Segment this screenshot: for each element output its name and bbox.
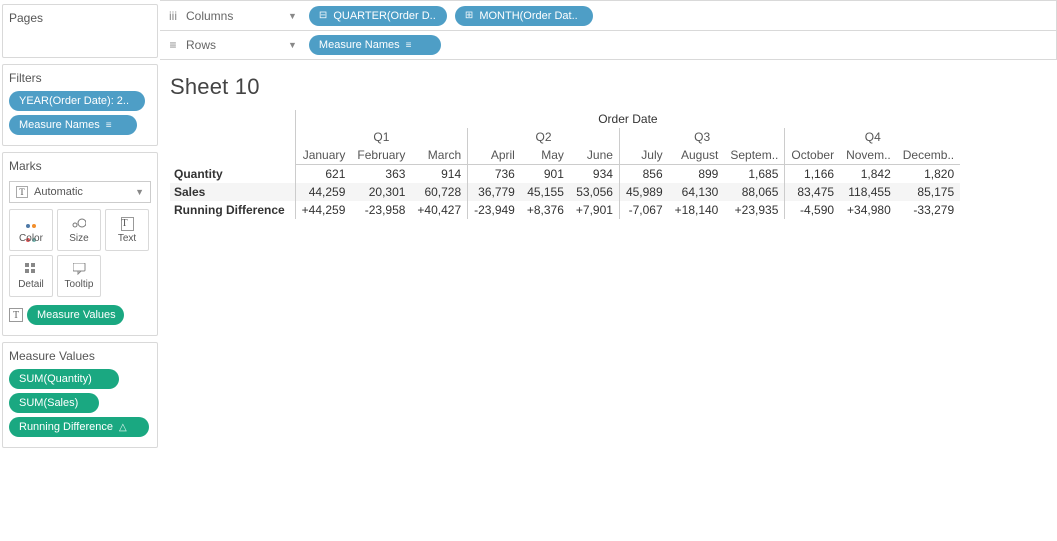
table-row: Running Difference +44,259 -23,958 +40,4… [170, 201, 960, 219]
sheet-viz: Sheet 10 Order Date Q1 Q2 Q3 Q4 January [160, 60, 1057, 219]
marks-measure-values-row: T Measure Values [9, 303, 151, 327]
chevron-down-icon[interactable]: ▼ [284, 11, 301, 21]
chevron-down-icon: ▼ [135, 187, 144, 197]
mark-color[interactable]: Color [9, 209, 53, 251]
marks-title: Marks [9, 159, 151, 177]
left-sidebar: Pages Filters YEAR(Order Date): 2.. Meas… [0, 0, 160, 541]
filter-pill-year[interactable]: YEAR(Order Date): 2.. [9, 91, 145, 111]
table-calc-icon: △ [119, 422, 127, 433]
mark-size[interactable]: Size [57, 209, 101, 251]
measure-values-pill[interactable]: Measure Values [27, 305, 124, 325]
marks-card: Marks T Automatic ▼ Color Size T [2, 152, 158, 336]
mv-pill-quantity[interactable]: SUM(Quantity) [9, 369, 119, 389]
text-icon: T [121, 217, 134, 231]
columns-pill-month[interactable]: ⊞ MONTH(Order Dat.. [455, 6, 593, 26]
text-glyph-icon: T [9, 308, 23, 322]
pages-title: Pages [9, 11, 151, 29]
mv-pill-sales[interactable]: SUM(Sales) [9, 393, 99, 413]
mark-detail[interactable]: Detail [9, 255, 53, 297]
rows-shelf[interactable]: ≡ Rows ▼ Measure Names ≡ [160, 30, 1057, 60]
measure-values-card: Measure Values SUM(Quantity) SUM(Sales) … [2, 342, 158, 448]
columns-label: Columns [186, 9, 233, 23]
sort-icon: ≡ [106, 120, 112, 131]
columns-shelf[interactable]: iii Columns ▼ ⊟ QUARTER(Order D.. ⊞ MONT… [160, 0, 1057, 30]
rows-pill-measure-names[interactable]: Measure Names ≡ [309, 35, 441, 55]
table-row: Quantity 621 363 914 736 901 934 856 899… [170, 165, 960, 184]
sheet-title[interactable]: Sheet 10 [170, 74, 1053, 100]
color-icon [25, 217, 37, 231]
pages-card: Pages [2, 4, 158, 58]
mark-text[interactable]: T Text [105, 209, 149, 251]
automatic-icon: T [16, 186, 28, 198]
worksheet-area: iii Columns ▼ ⊟ QUARTER(Order D.. ⊞ MONT… [160, 0, 1057, 541]
measure-values-title: Measure Values [9, 349, 151, 367]
size-icon [72, 217, 86, 231]
chevron-down-icon[interactable]: ▼ [284, 40, 301, 50]
crosstab: Order Date Q1 Q2 Q3 Q4 January February … [170, 110, 960, 219]
collapse-icon: ⊟ [319, 10, 327, 21]
rows-label: Rows [186, 38, 216, 52]
columns-icon: iii [166, 9, 180, 23]
columns-pill-quarter[interactable]: ⊟ QUARTER(Order D.. [309, 6, 447, 26]
filters-title: Filters [9, 71, 151, 89]
detail-icon [25, 263, 37, 277]
mv-pill-running-diff[interactable]: Running Difference △ [9, 417, 149, 437]
table-row: Sales 44,259 20,301 60,728 36,779 45,155… [170, 183, 960, 201]
mark-tooltip[interactable]: Tooltip [57, 255, 101, 297]
expand-icon: ⊞ [465, 10, 473, 21]
axis-title: Order Date [295, 110, 960, 128]
filter-pill-measure-names[interactable]: Measure Names ≡ [9, 115, 137, 135]
marks-grid: Color Size T Text Detail [9, 209, 151, 297]
marks-type-dropdown[interactable]: T Automatic ▼ [9, 181, 151, 203]
tooltip-icon [73, 263, 86, 277]
rows-icon: ≡ [166, 38, 180, 52]
filters-card: Filters YEAR(Order Date): 2.. Measure Na… [2, 64, 158, 146]
sort-icon: ≡ [406, 40, 412, 51]
